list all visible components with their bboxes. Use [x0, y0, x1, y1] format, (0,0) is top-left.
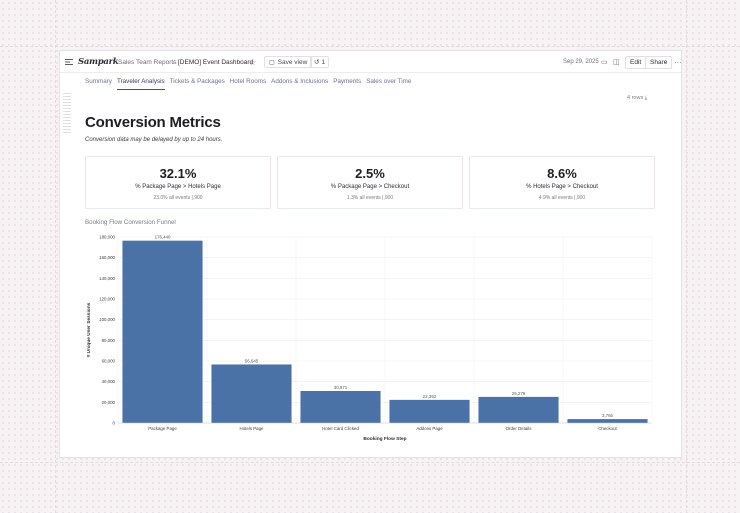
rows-count[interactable]: 4 rows ⤓	[627, 95, 647, 102]
save-icon: ▢	[269, 59, 275, 66]
tab-payments[interactable]: Payments	[333, 73, 361, 90]
funnel-bar-chart: 0 20,000 40,000 60,000 80,000 100,000 120,000 1…	[86, 235, 653, 442]
dashboard-window: Sampark Sales Team Reports / [DEMO] Even…	[59, 50, 682, 458]
metric-subtext: 1.3% all events |,900	[346, 195, 394, 201]
y-tick-label: 120,000	[99, 297, 115, 302]
bar	[567, 419, 648, 423]
tab-traveler-analysis[interactable]: Traveler Analysis	[116, 73, 165, 90]
bar	[300, 390, 381, 423]
sidebar-toggle-icon[interactable]	[65, 51, 73, 73]
rows-count-label: 4 rows	[627, 95, 644, 101]
x-tick-label: Hotels Page	[240, 426, 264, 431]
y-tick-label: 180,000	[99, 235, 115, 240]
x-tick-label: Package Page	[148, 426, 177, 431]
save-view-button[interactable]: ▢ Save view	[264, 56, 313, 68]
metric-value: 8.6%	[547, 166, 577, 181]
breadcrumb-separator: /	[173, 58, 175, 66]
bar-data-label: 176,440	[155, 235, 171, 240]
metric-subtext: 4.9% all events |,900	[538, 195, 586, 201]
y-tick-label: 40,000	[102, 379, 116, 384]
top-bar: Sampark Sales Team Reports / [DEMO] Even…	[60, 51, 681, 73]
metric-label: % Package Page > Hotels Page	[135, 184, 221, 190]
bar	[389, 399, 470, 423]
metric-label: % Hotels Page > Checkout	[526, 184, 598, 190]
bar-data-label: 3,766	[602, 413, 614, 418]
metric-value: 32.1%	[159, 166, 197, 181]
version-count: 1	[321, 58, 326, 66]
breadcrumb-current: [DEMO] Event Dashboard	[178, 58, 254, 66]
x-tick-label: Hotel Card Clicked	[322, 426, 359, 431]
y-tick-label: 20,000	[102, 400, 116, 405]
tab-addons-inclusions[interactable]: Addons & Inclusions	[271, 73, 328, 90]
x-tick-label: Addons Page	[416, 426, 443, 431]
metric-card: 2.5% % Package Page > Checkout 1.3% all …	[277, 156, 463, 209]
app-logo[interactable]: Sampark	[78, 51, 119, 73]
last-updated-date: Sep 29, 2025	[563, 59, 599, 65]
tab-sales-over-time[interactable]: Sales over Time	[366, 73, 411, 90]
page-subtitle: Conversion data may be delayed by up to …	[85, 137, 223, 143]
y-tick-label: 60,000	[102, 359, 116, 364]
tab-bar: Summary Traveler Analysis Tickets & Pack…	[60, 73, 681, 90]
star-icon[interactable]: ☆	[249, 51, 256, 73]
metric-label: % Package Page > Checkout	[330, 184, 410, 190]
comment-icon[interactable]: ▭	[601, 51, 608, 73]
tab-summary[interactable]: Summary	[85, 73, 112, 90]
version-history-button[interactable]: ↺ 1	[310, 56, 330, 68]
page-title: Conversion Metrics	[85, 114, 221, 131]
tab-tickets-packages[interactable]: Tickets & Packages	[170, 73, 225, 90]
y-tick-label: 0	[113, 421, 116, 426]
metric-card: 32.1% % Package Page > Hotels Page 23.0%…	[85, 156, 271, 209]
x-axis-title: Booking Flow Step	[363, 436, 406, 442]
metric-subtext: 23.0% all events |,900	[153, 195, 203, 201]
chart-title: Booking Flow Conversion Funnel	[85, 219, 176, 226]
history-icon: ↺	[314, 59, 320, 66]
metric-card: 8.6% % Hotels Page > Checkout 4.9% all e…	[469, 156, 655, 209]
outline-gutter	[63, 93, 71, 135]
metric-value: 2.5%	[355, 166, 385, 181]
save-view-label: Save view	[277, 58, 308, 66]
bar-data-label: 30,971	[334, 385, 348, 390]
tab-hotel-rooms[interactable]: Hotel Rooms	[230, 73, 266, 90]
download-icon[interactable]: ⤓	[645, 95, 647, 101]
y-tick-label: 160,000	[99, 255, 115, 260]
bar-data-label: 25,279	[512, 391, 526, 396]
x-tick-label: Order Details	[506, 426, 533, 431]
more-icon[interactable]: ···	[674, 51, 681, 73]
bar-data-label: 56,645	[245, 358, 259, 363]
y-tick-label: 100,000	[99, 317, 115, 322]
edit-button[interactable]: Edit	[625, 56, 647, 69]
breadcrumb-parent[interactable]: Sales Team Reports	[118, 51, 176, 73]
bar	[478, 396, 559, 423]
panel-icon[interactable]: ◫	[613, 51, 620, 73]
x-tick-label: Checkout	[598, 426, 617, 431]
y-tick-label: 80,000	[102, 338, 116, 343]
y-tick-label: 140,000	[99, 276, 115, 281]
bar	[211, 364, 292, 423]
bar	[122, 240, 203, 423]
bar-data-label: 22,392	[423, 394, 437, 399]
y-axis-title: # Unique User Sessions	[86, 302, 92, 357]
share-button[interactable]: Share	[645, 56, 673, 69]
